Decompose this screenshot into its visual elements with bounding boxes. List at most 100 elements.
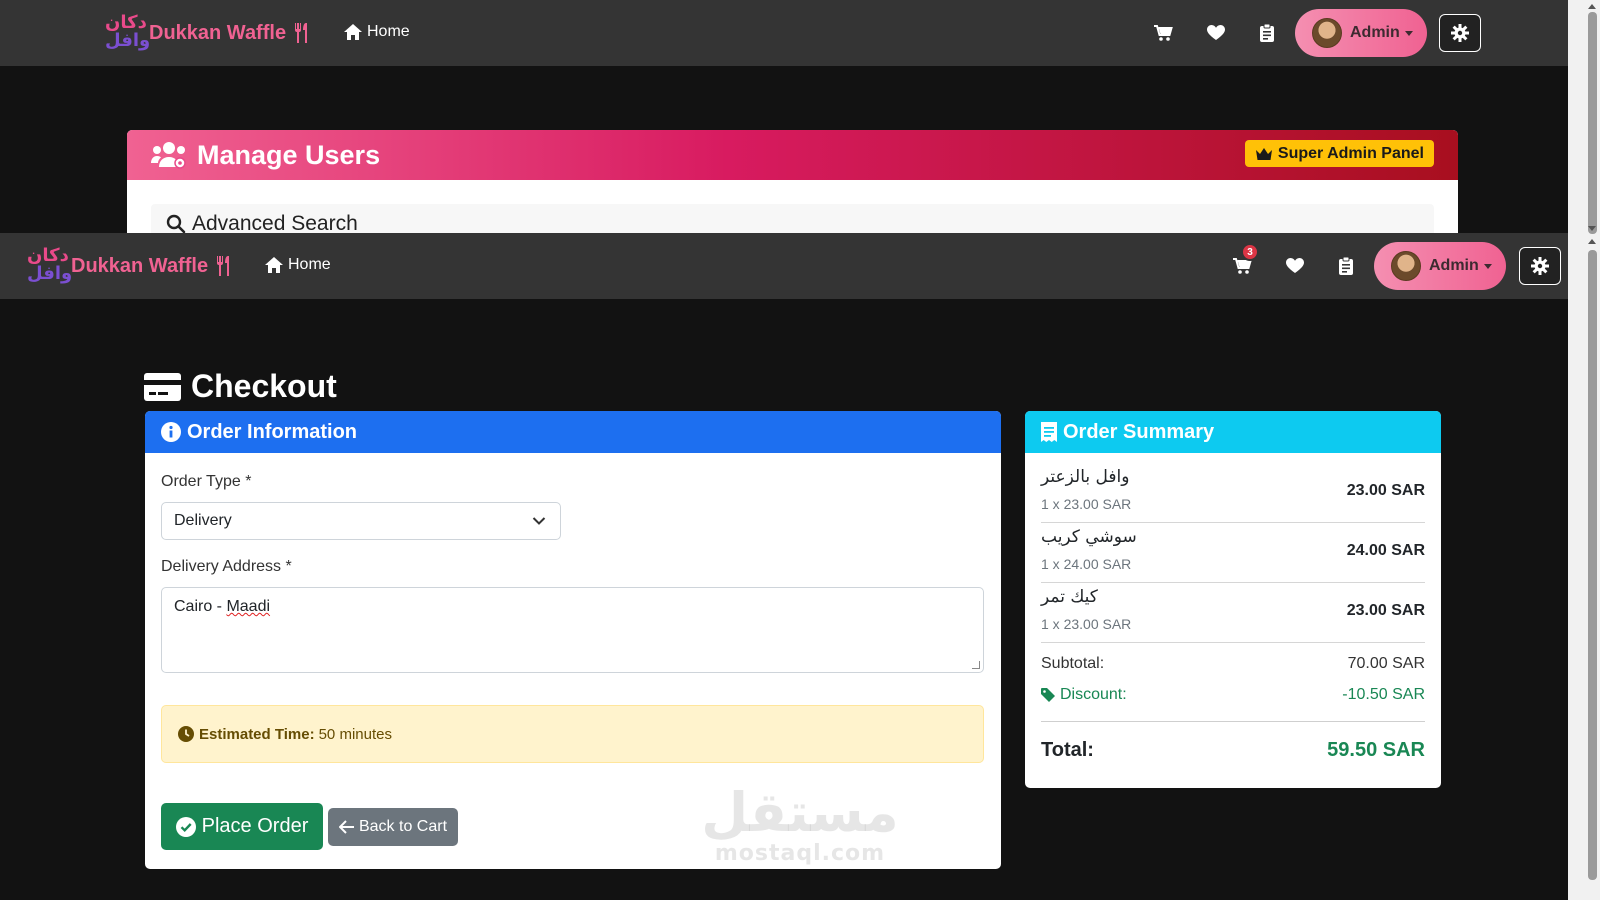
divider <box>1041 721 1425 722</box>
info-circle-icon <box>161 422 181 442</box>
home-label: Home <box>367 23 410 40</box>
order-type-value: Delivery <box>174 512 232 529</box>
brand[interactable]: دكان وافل Dukkan Waffle <box>103 13 312 53</box>
place-order-button[interactable]: Place Order <box>161 803 323 850</box>
home-link[interactable]: Home <box>343 23 410 41</box>
logo-text-bottom: وافل <box>27 263 73 284</box>
total-value: 59.50 SAR <box>1327 739 1425 761</box>
manage-users-title: Manage Users <box>197 139 381 170</box>
address-area: Maadi <box>226 598 271 615</box>
navbar: دكان وافل Dukkan Waffle Home 3 Admin <box>0 233 1568 299</box>
back-to-cart-label: Back to Cart <box>358 818 448 835</box>
scroll-thumb-top[interactable] <box>1588 12 1597 234</box>
home-icon <box>265 257 283 273</box>
delivery-address-textarea[interactable]: Cairo - Maadi <box>161 587 984 673</box>
watermark-latin: mostaql.com <box>714 841 886 866</box>
brand-name: Dukkan Waffle <box>149 21 287 44</box>
settings-button[interactable] <box>1519 247 1561 285</box>
order-summary-card: Order Summary وافل بالزعتر 1 x 23.00 SAR… <box>1025 411 1441 788</box>
item-quantity: 1 x 23.00 SAR <box>1041 496 1132 512</box>
item-price: 24.00 SAR <box>1346 542 1425 559</box>
brand-logo: دكان وافل <box>25 246 72 286</box>
users-cog-icon <box>151 142 186 169</box>
admin-dropdown[interactable]: Admin <box>1374 242 1506 290</box>
cart-count-badge: 3 <box>1241 243 1259 261</box>
avatar <box>1312 18 1342 48</box>
manage-users-header: Manage Users Super Admin Panel <box>127 130 1458 180</box>
manage-users-card: Manage Users Super Admin Panel Advanced … <box>127 130 1458 234</box>
page-title-text: Checkout <box>191 368 337 404</box>
brand-name: Dukkan Waffle <box>71 254 209 277</box>
item-name: سوشي كريب <box>1041 527 1137 547</box>
order-type-label: Order Type * <box>161 473 252 490</box>
order-summary-title: Order Summary <box>1063 420 1215 443</box>
super-admin-badge: Super Admin Panel <box>1244 140 1434 167</box>
orders-clipboard-icon[interactable] <box>1256 22 1278 44</box>
item-name: وافل بالزعتر <box>1041 467 1130 487</box>
tag-icon <box>1041 688 1055 702</box>
list-item: سوشي كريب 1 x 24.00 SAR 24.00 SAR <box>1041 523 1425 583</box>
order-information-header: Order Information <box>145 411 1001 453</box>
back-to-cart-button[interactable]: Back to Cart <box>328 808 458 846</box>
order-type-select[interactable]: Delivery <box>161 502 561 540</box>
scroll-up-icon[interactable] <box>1588 4 1596 9</box>
resize-handle[interactable] <box>972 661 980 669</box>
item-quantity: 1 x 23.00 SAR <box>1041 616 1132 632</box>
estimated-time-label: Estimated Time: <box>199 725 315 743</box>
home-icon <box>344 24 362 40</box>
discount-label: Discount: <box>1060 686 1127 703</box>
heart-icon[interactable] <box>1284 255 1306 277</box>
utensils-icon <box>217 256 230 276</box>
watermark: مستقل mostaql.com <box>700 781 900 867</box>
cart-icon[interactable]: 3 <box>1231 243 1259 277</box>
check-circle-icon <box>175 816 196 837</box>
item-price: 23.00 SAR <box>1346 602 1425 619</box>
subtotal-value: 70.00 SAR <box>1347 655 1425 672</box>
navbar-background: دكان وافل Dukkan Waffle Home Admin <box>0 0 1568 66</box>
watermark-arabic: مستقل <box>701 781 899 844</box>
place-order-label: Place Order <box>201 815 309 837</box>
settings-button[interactable] <box>1439 14 1481 52</box>
crown-icon <box>1255 147 1272 160</box>
receipt-icon <box>1041 422 1057 442</box>
order-summary-body: وافل بالزعتر 1 x 23.00 SAR 23.00 SAR سوش… <box>1041 463 1425 762</box>
caret-down-icon <box>1404 30 1413 36</box>
admin-dropdown[interactable]: Admin <box>1295 9 1427 57</box>
caret-down-icon <box>1483 263 1492 269</box>
home-link[interactable]: Home <box>264 256 331 274</box>
heart-icon[interactable] <box>1205 22 1227 44</box>
scrollbar[interactable] <box>1568 0 1600 900</box>
brand-logo: دكان وافل <box>103 13 150 53</box>
utensils-icon <box>295 23 308 43</box>
gear-icon <box>1451 24 1469 42</box>
subtotal-row: Subtotal: 70.00 SAR <box>1041 655 1425 673</box>
scroll-thumb-bottom[interactable] <box>1588 250 1597 880</box>
page-title: Checkout <box>144 368 337 405</box>
advanced-search-section[interactable]: Advanced Search <box>151 204 1434 234</box>
address-city: Cairo - <box>174 598 227 615</box>
avatar <box>1391 251 1421 281</box>
advanced-search-label: Advanced Search <box>192 212 358 234</box>
scroll-down-icon[interactable] <box>1588 226 1596 231</box>
order-information-title: Order Information <box>187 420 358 443</box>
item-name: كيك تمر <box>1041 587 1098 607</box>
scroll-up-icon[interactable] <box>1588 239 1596 244</box>
orders-clipboard-icon[interactable] <box>1335 255 1357 277</box>
discount-value: -10.50 SAR <box>1342 686 1425 703</box>
admin-label: Admin <box>1350 24 1400 41</box>
credit-card-icon <box>144 372 181 401</box>
total-row: Total: 59.50 SAR <box>1041 739 1425 762</box>
admin-label: Admin <box>1429 257 1479 274</box>
item-price: 23.00 SAR <box>1346 482 1425 499</box>
discount-row: Discount: -10.50 SAR <box>1041 686 1425 704</box>
list-item: كيك تمر 1 x 23.00 SAR 23.00 SAR <box>1041 583 1425 643</box>
cart-icon[interactable] <box>1152 22 1174 44</box>
delivery-address-label: Delivery Address * <box>161 558 292 575</box>
list-item: وافل بالزعتر 1 x 23.00 SAR 23.00 SAR <box>1041 463 1425 523</box>
subtotal-label: Subtotal: <box>1041 655 1105 672</box>
brand[interactable]: دكان وافل Dukkan Waffle <box>25 246 234 286</box>
search-icon <box>166 214 186 234</box>
estimated-time-value: 50 minutes <box>318 725 392 743</box>
chevron-down-icon <box>532 517 546 525</box>
estimated-time-alert: Estimated Time: 50 minutes <box>161 705 984 763</box>
